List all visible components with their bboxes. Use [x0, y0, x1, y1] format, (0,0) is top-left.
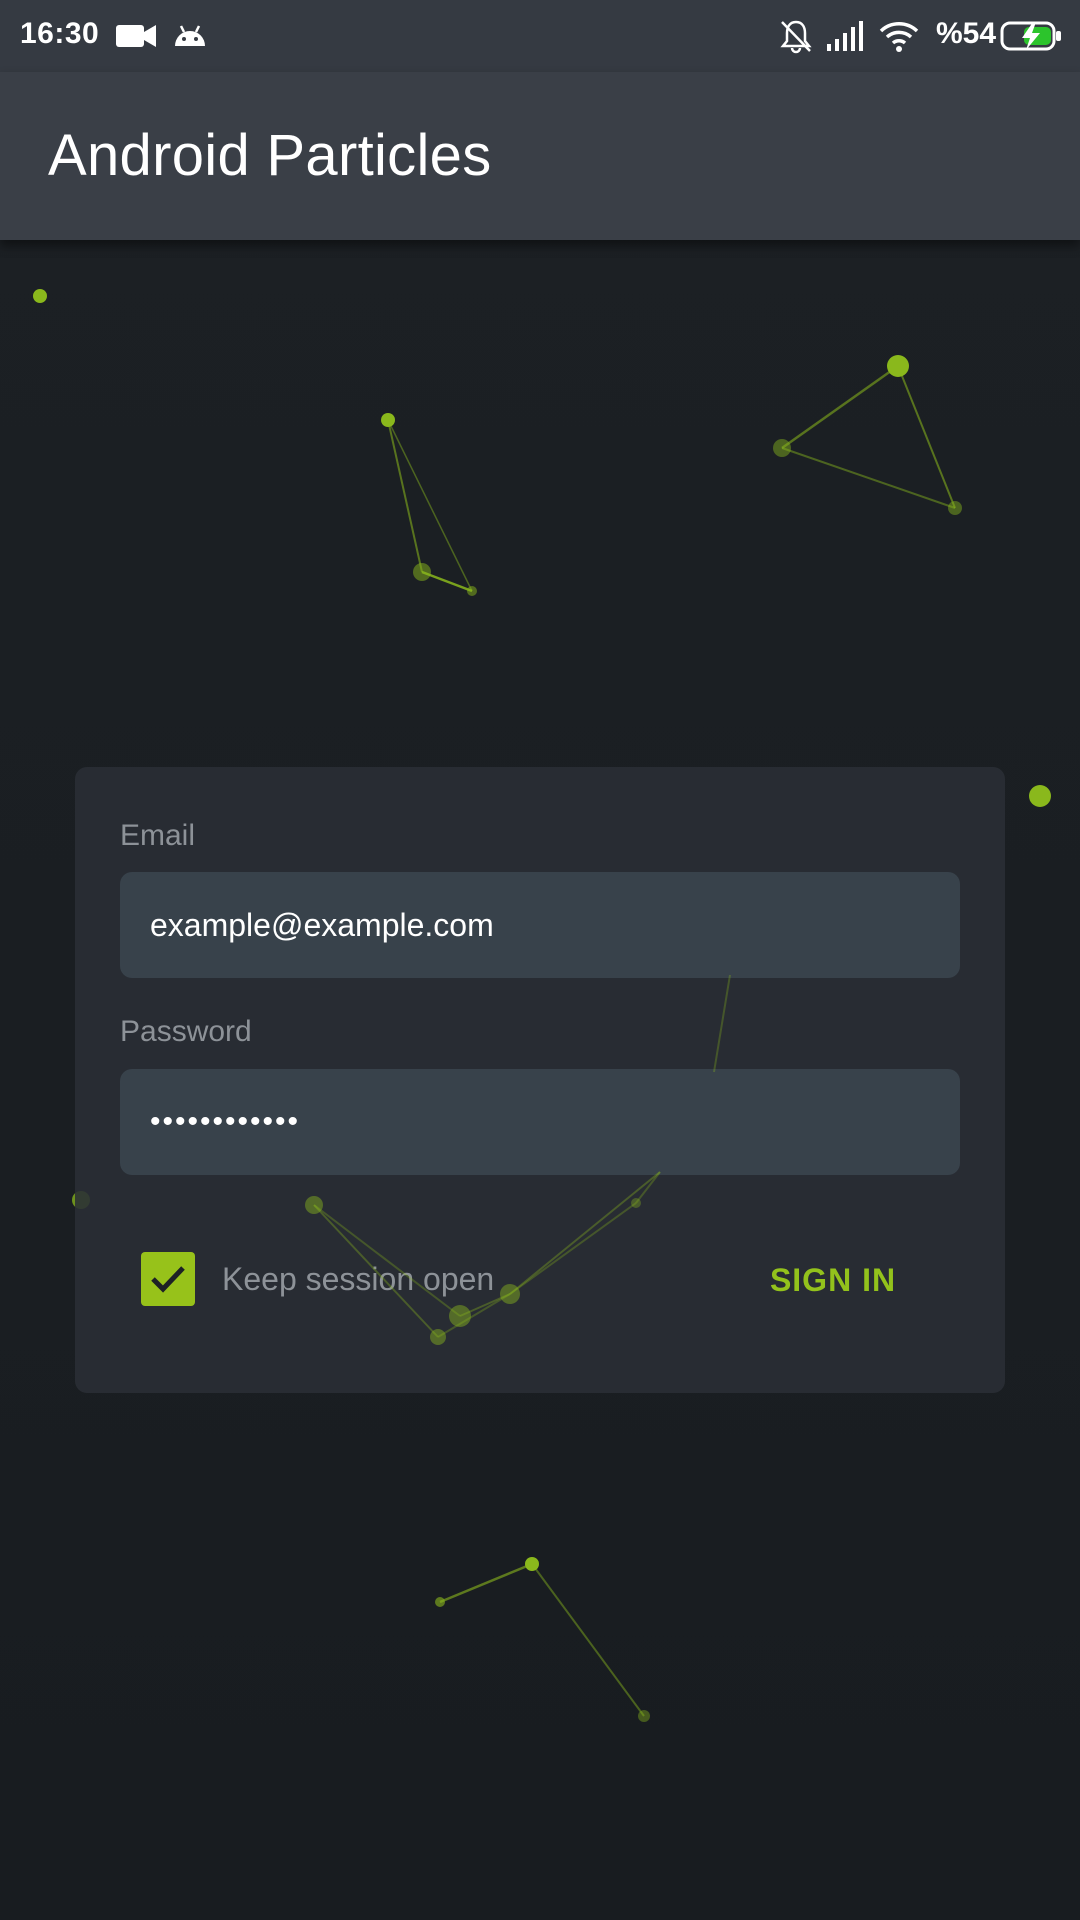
particle	[887, 355, 909, 377]
sign-in-button[interactable]: SIGN IN	[743, 1245, 923, 1313]
particle	[381, 413, 395, 427]
particle	[467, 586, 477, 596]
checkmark-icon	[151, 1266, 185, 1293]
particle	[413, 563, 431, 581]
particle-link	[897, 365, 956, 509]
password-field[interactable]: ••••••••••••	[120, 1069, 960, 1175]
particle	[525, 1557, 539, 1571]
email-field[interactable]: example@example.com	[120, 872, 960, 978]
particle-link	[781, 364, 899, 450]
email-label: Email	[120, 819, 196, 852]
app-bar: Android Particles	[0, 72, 1080, 240]
particle	[435, 1597, 445, 1607]
password-label: Password	[120, 1015, 252, 1048]
particle-link	[439, 1562, 533, 1604]
particle-link	[387, 419, 423, 573]
particle	[948, 501, 962, 515]
particle	[773, 439, 791, 457]
particle	[33, 289, 47, 303]
particle-link	[387, 419, 473, 592]
login-card: Email example@example.com Password •••••…	[75, 767, 1005, 1393]
particle-link	[781, 447, 956, 509]
screen: 16:30 %54 Android Particles Email exampl…	[0, 0, 1080, 1920]
particle-link	[531, 1563, 645, 1717]
keep-session-checkbox[interactable]	[141, 1252, 195, 1306]
particle	[1029, 785, 1051, 807]
keep-session-label[interactable]: Keep session open	[222, 1261, 494, 1298]
particle	[638, 1710, 650, 1722]
app-title: Android Particles	[48, 123, 492, 188]
